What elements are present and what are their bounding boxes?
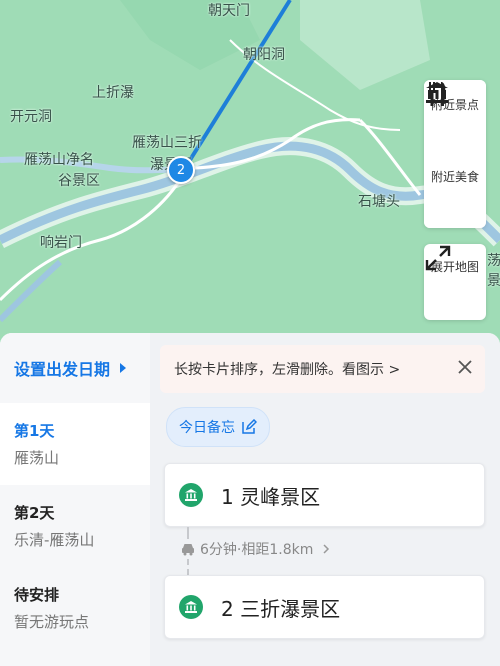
map-label: 荡 (487, 253, 500, 269)
memo-label: 今日备忘 (179, 420, 235, 436)
set-date-button[interactable]: 设置出发日期 (0, 333, 150, 403)
nearby-food-button[interactable]: 附近美食 (424, 82, 486, 228)
map-label: 朝天门 (208, 3, 250, 19)
day-title: 第2天 (14, 504, 55, 522)
route-connector (187, 527, 189, 539)
tip-text: 长按卡片排序，左滑删除。看图示 > (174, 362, 401, 378)
edit-icon (242, 419, 257, 434)
map-label: 上折瀑 (92, 85, 134, 101)
map-label: 石塘头 (358, 194, 400, 210)
expand-icon (425, 245, 451, 271)
sidebar-day-1[interactable]: 第1天 雁荡山 (0, 403, 150, 485)
day-subtitle: 雁荡山 (14, 449, 60, 467)
memo-button[interactable]: 今日备忘 (166, 407, 270, 447)
sidebar-unscheduled[interactable]: 待安排 暂无游玩点 (0, 567, 150, 649)
distance-row[interactable]: 6分钟·相距1.8km (180, 539, 331, 559)
nearby-food-label: 附近美食 (430, 170, 479, 184)
day-plan: 长按卡片排序，左滑删除。看图示 > 今日备忘 1 灵峰景区 6分钟·相距1.8k… (150, 333, 500, 666)
map-label: 响岩门 (40, 235, 82, 251)
chevron-right-icon (323, 544, 330, 554)
map-control-group: 附近景点 附近美食 (424, 80, 486, 228)
tip-banner[interactable]: 长按卡片排序，左滑删除。看图示 > (160, 345, 485, 393)
day-sidebar: 设置出发日期 第1天 雁荡山 第2天 乐清-雁荡山 待安排 暂无游玩点 (0, 333, 150, 666)
spot-card[interactable]: 1 灵峰景区 (164, 463, 485, 527)
spot-name: 1 灵峰景区 (221, 484, 321, 509)
spot-card[interactable]: 2 三折瀑景区 (164, 575, 485, 639)
map-label: 景 (487, 273, 500, 289)
close-icon[interactable] (455, 357, 475, 377)
route-connector (187, 559, 189, 575)
itinerary-sheet: 设置出发日期 第1天 雁荡山 第2天 乐清-雁荡山 待安排 暂无游玩点 长按卡片… (0, 333, 500, 666)
distance-text: 6分钟·相距1.8km (200, 542, 314, 558)
map-view[interactable]: 朝天门 朝阳洞 上折瀑 开元洞 雁荡山净名 谷景区 雁荡山三折 瀑景区 石塘头 … (0, 0, 500, 340)
day-title: 第1天 (14, 422, 55, 440)
route-pin[interactable]: 2 (167, 156, 195, 184)
map-label: 雁荡山三折 (132, 135, 202, 151)
map-label: 雁荡山净名 (24, 152, 94, 168)
day-title: 待安排 (14, 586, 60, 604)
sidebar-day-2[interactable]: 第2天 乐清-雁荡山 (0, 485, 150, 567)
map-label: 开元洞 (10, 109, 52, 125)
day-subtitle: 乐清-雁荡山 (14, 531, 95, 549)
day-subtitle: 暂无游玩点 (14, 613, 90, 631)
scenic-spot-icon (179, 595, 203, 619)
expand-map-button[interactable]: 展开地图 (424, 244, 486, 320)
scenic-spot-icon (179, 483, 203, 507)
map-label: 谷景区 (58, 173, 100, 189)
map-label: 朝阳洞 (243, 47, 285, 63)
car-icon (182, 544, 194, 556)
utensils-icon (428, 82, 446, 106)
set-date-label: 设置出发日期 (14, 360, 111, 379)
caret-right-icon (120, 363, 127, 373)
spot-name: 2 三折瀑景区 (221, 596, 341, 621)
